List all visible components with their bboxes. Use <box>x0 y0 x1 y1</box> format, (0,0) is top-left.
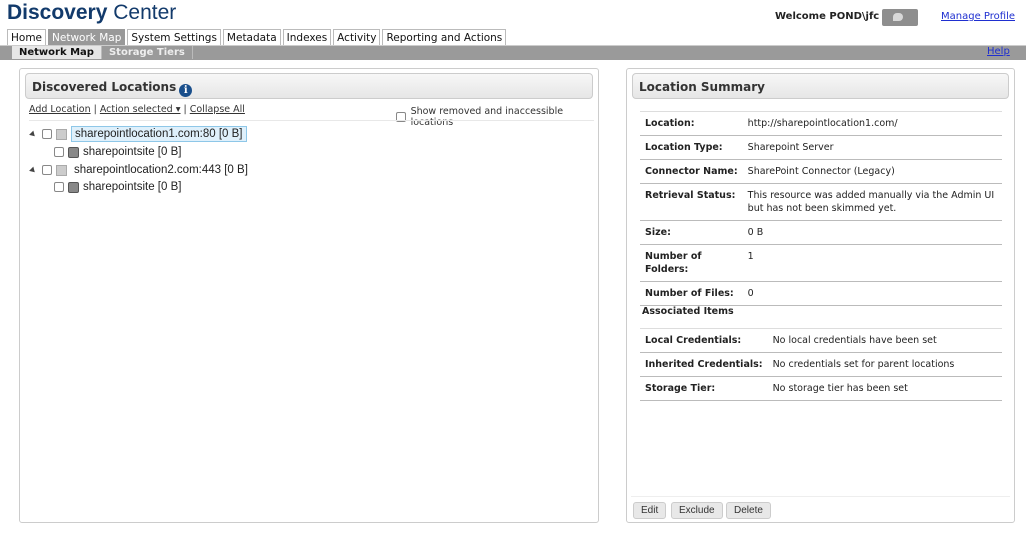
table-row: Retrieval Status: This resource was added… <box>640 183 1002 221</box>
node-label[interactable]: sharepointsite [0 B] <box>83 146 181 158</box>
subtab-network-map[interactable]: Network Map <box>12 46 102 59</box>
tab-activity[interactable]: Activity <box>333 29 381 45</box>
sub-tabs: Network Map Storage Tiers <box>12 46 193 59</box>
row-label: Location Type: <box>640 135 743 160</box>
tab-reporting-and-actions[interactable]: Reporting and Actions <box>382 29 507 45</box>
row-value: SharePoint Connector (Legacy) <box>742 159 1002 184</box>
node-label[interactable]: sharepointlocation1.com:80 [0 B] <box>71 126 247 142</box>
row-label: Location: <box>640 111 743 136</box>
help-link[interactable]: Help <box>987 46 1010 57</box>
expand-toggle-icon[interactable] <box>29 130 37 138</box>
table-row: Inherited Credentials: No credentials set… <box>640 352 1002 377</box>
node-checkbox[interactable] <box>42 165 52 175</box>
exclude-button[interactable]: Exclude <box>671 502 723 519</box>
action-selected-dropdown[interactable]: Action selected ▾ <box>100 104 181 115</box>
row-value: Sharepoint Server <box>742 135 1002 160</box>
welcome-text: Welcome POND\jfc <box>775 11 880 22</box>
delete-button[interactable]: Delete <box>726 502 771 519</box>
site-icon <box>68 146 79 158</box>
node-checkbox[interactable] <box>54 182 64 192</box>
row-label: Size: <box>640 220 743 245</box>
tab-system-settings[interactable]: System Settings <box>127 29 221 45</box>
table-row: Local Credentials: No local credentials h… <box>640 328 1002 353</box>
row-value: 1 <box>742 244 1002 282</box>
action-links: Add Location | Action selected ▾ | Colla… <box>29 104 245 115</box>
tree-node[interactable]: sharepointsite [0 B] <box>54 146 181 158</box>
table-row: Number of Folders: 1 <box>640 244 1002 282</box>
chat-icon <box>893 13 903 21</box>
collapse-all-link[interactable]: Collapse All <box>190 104 245 115</box>
tab-indexes[interactable]: Indexes <box>282 29 332 45</box>
row-value: No credentials set for parent locations <box>767 352 1002 377</box>
manage-profile-link[interactable]: Manage Profile <box>941 11 1015 22</box>
table-row: Storage Tier: No storage tier has been se… <box>640 376 1002 401</box>
server-icon <box>56 128 67 140</box>
tab-network-map[interactable]: Network Map <box>48 29 126 45</box>
table-row: Location Type: Sharepoint Server <box>640 135 1002 160</box>
associated-items-table: Local Credentials: No local credentials h… <box>640 328 1002 401</box>
row-value: 0 B <box>742 220 1002 245</box>
divider <box>631 496 1010 497</box>
row-label: Storage Tier: <box>640 376 768 401</box>
row-label: Connector Name: <box>640 159 743 184</box>
tab-home[interactable]: Home <box>7 29 47 45</box>
tree-node[interactable]: sharepointlocation2.com:443 [0 B] <box>29 163 251 177</box>
divider <box>29 120 594 121</box>
edit-button[interactable]: Edit <box>633 502 667 519</box>
site-icon <box>68 181 79 193</box>
show-removed-checkbox[interactable]: Show removed and inaccessible locations <box>396 106 598 128</box>
row-label: Number of Folders: <box>640 244 743 282</box>
row-value: No storage tier has been set <box>767 376 1002 401</box>
node-checkbox[interactable] <box>54 147 64 157</box>
add-location-link[interactable]: Add Location <box>29 104 91 115</box>
table-row: Size: 0 B <box>640 220 1002 245</box>
table-row: Number of Files: 0 <box>640 281 1002 306</box>
node-label[interactable]: sharepointlocation2.com:443 [0 B] <box>71 163 251 177</box>
row-label: Number of Files: <box>640 281 743 306</box>
tab-metadata[interactable]: Metadata <box>222 29 281 45</box>
subtab-storage-tiers[interactable]: Storage Tiers <box>102 46 193 59</box>
discovered-locations-panel: Discovered Locations i Add Location | Act… <box>19 68 599 523</box>
row-value: http://sharepointlocation1.com/ <box>742 111 1002 136</box>
checkbox-label: Show removed and inaccessible locations <box>410 106 564 128</box>
node-label[interactable]: sharepointsite [0 B] <box>83 181 181 193</box>
summary-table: Location: http://sharepointlocation1.com/… <box>640 111 1002 306</box>
panel-header: Location Summary <box>632 73 1009 99</box>
panel-title: Discovered Locations <box>32 80 177 94</box>
table-row: Connector Name: SharePoint Connector (Leg… <box>640 159 1002 184</box>
server-icon <box>56 164 67 176</box>
row-label: Local Credentials: <box>640 328 768 353</box>
location-summary-panel: Location Summary Location: http://sharepo… <box>626 68 1015 523</box>
tree-node[interactable]: sharepointlocation1.com:80 [0 B] <box>29 126 247 142</box>
chat-button[interactable] <box>882 9 918 26</box>
info-icon[interactable]: i <box>179 84 193 97</box>
row-label: Inherited Credentials: <box>640 352 768 377</box>
main-tabs: Home Network Map System Settings Metadat… <box>7 29 507 45</box>
node-checkbox[interactable] <box>42 129 52 139</box>
row-label: Retrieval Status: <box>640 183 743 221</box>
row-value: 0 <box>742 281 1002 306</box>
tree-node[interactable]: sharepointsite [0 B] <box>54 181 181 193</box>
app-logo: Discovery Center <box>7 1 177 24</box>
panel-header: Discovered Locations i <box>25 73 593 99</box>
row-value: No local credentials have been set <box>767 328 1002 353</box>
expand-toggle-icon[interactable] <box>29 166 37 174</box>
row-value: This resource was added manually via the… <box>742 183 1002 221</box>
associated-items-heading: Associated Items <box>642 306 734 317</box>
table-row: Location: http://sharepointlocation1.com/ <box>640 111 1002 136</box>
